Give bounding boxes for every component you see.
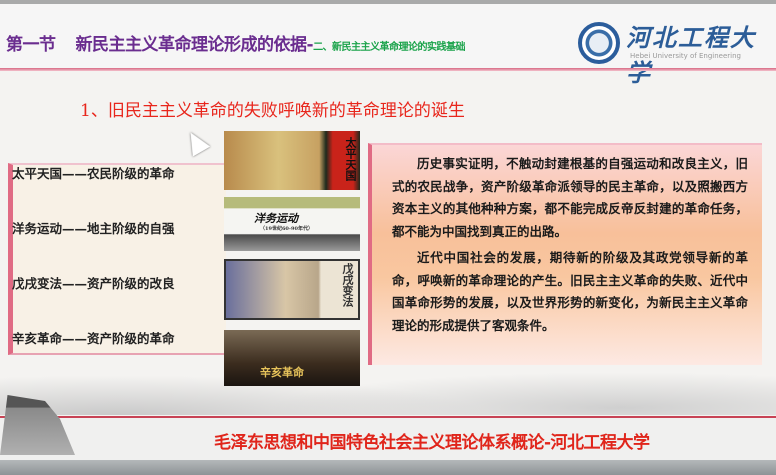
movement-row: 戊戌变法——资产阶级的改良 — [12, 273, 175, 292]
header-divider — [0, 68, 776, 71]
movement-row: 洋务运动——地主阶级的自强 — [12, 218, 175, 237]
dash: —— — [62, 166, 88, 181]
movement-row: 辛亥革命——资产阶级的革命 — [12, 328, 175, 347]
movement-name: 洋务运动 — [12, 221, 63, 236]
section-name: 新民主主义革命理论形成的依据 — [75, 35, 308, 55]
movement-row: 太平天国——农民阶级的革命 — [12, 163, 175, 182]
movement-nature: 地主阶级的自强 — [87, 221, 175, 236]
section-number: 第一节 — [6, 35, 56, 55]
movement-nature: 资产阶级的改良 — [87, 276, 175, 291]
footer-course-title: 毛泽东思想和中国特色社会主义理论体系概论-河北工程大学 — [214, 433, 650, 453]
dash: —— — [62, 276, 88, 291]
picture-caption: 洋务运动 — [254, 212, 298, 225]
picture-subcaption: （19世纪60-90年代） — [260, 226, 313, 232]
slide-header: 第一节 新民主主义革命理论形成的依据-二、新民主主义革命理论的实践基础 河北工程大… — [0, 4, 776, 87]
slide-heading: 1、旧民主主义革命的失败呼唤新的革命理论的诞生 — [80, 101, 465, 121]
university-logo-english: Hebei University of Engineering — [630, 52, 741, 60]
xinhai-image: 辛亥革命 — [224, 330, 360, 386]
movement-name: 辛亥革命 — [12, 331, 63, 346]
university-seal-icon — [578, 22, 620, 64]
section-subtitle: 二、新民主主义革命理论的实践基础 — [313, 42, 466, 53]
bottom-bar — [0, 460, 776, 475]
picture-caption: 辛亥革命 — [260, 366, 304, 379]
movement-nature: 资产阶级的革命 — [87, 331, 175, 346]
dash: —— — [62, 221, 88, 236]
paragraph: 历史事实证明，不触动封建根基的自强运动和改良主义，旧式的农民战争，资产阶级革命派… — [392, 156, 748, 239]
taiping-image: 太平天国 — [224, 131, 360, 190]
westernization-image: 洋务运动 （19世纪60-90年代） — [224, 197, 360, 251]
picture-caption: 太平天国 — [344, 137, 357, 181]
movement-name: 太平天国 — [12, 166, 63, 181]
mouse-cursor-icon — [181, 127, 211, 157]
paragraph: 近代中国社会的发展，期待新的阶级及其政党领导新的革命，呼唤新的革命理论的产生。旧… — [392, 250, 748, 333]
conclusion-box: 历史事实证明，不触动封建根基的自强运动和改良主义，旧式的农民战争，资产阶级革命派… — [368, 143, 762, 365]
reform-image: 戊戌变法 — [224, 259, 360, 320]
movement-name: 戊戌变法 — [12, 276, 63, 291]
section-title: 第一节 新民主主义革命理论形成的依据-二、新民主主义革命理论的实践基础 — [6, 30, 466, 55]
picture-caption: 戊戌变法 — [341, 263, 354, 307]
movement-nature: 农民阶级的革命 — [87, 166, 175, 181]
dash: —— — [62, 331, 88, 346]
movements-box — [8, 163, 226, 355]
